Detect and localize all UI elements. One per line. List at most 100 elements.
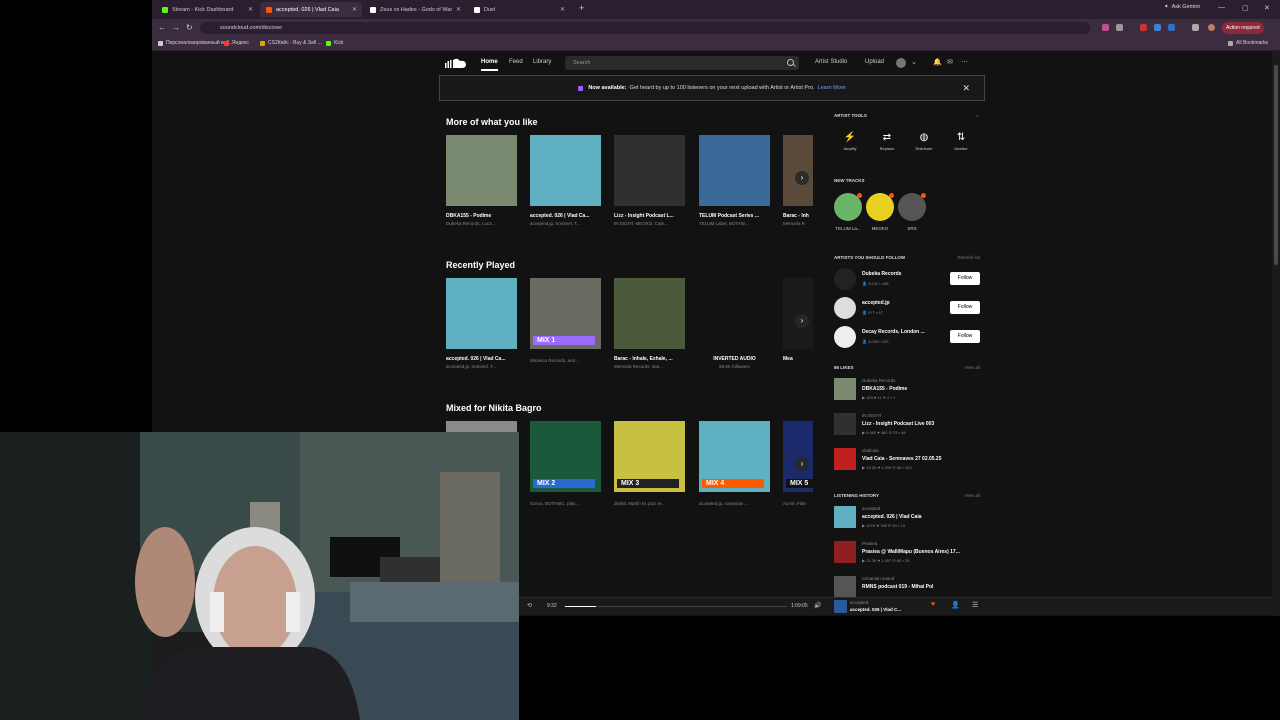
repeat-icon[interactable]: ⟲	[527, 602, 532, 609]
all-bookmarks[interactable]: All Bookmarks	[1228, 40, 1268, 46]
cover-artwork[interactable]: MIX 2	[530, 421, 601, 492]
new-track-item[interactable]: TELUM La...	[834, 193, 862, 231]
track-card[interactable]: MIX 2 Gorou, BOTANIC, play...	[530, 421, 601, 506]
card-subtitle[interactable]: IN:SIGHT, MEOKO, Cale...	[614, 221, 685, 226]
cover-artwork[interactable]	[783, 278, 813, 349]
track-card[interactable]: TELUM Podcast Series ... TELUM Label, BOT…	[699, 135, 770, 226]
card-subtitle[interactable]: accepted.jp, romanian ...	[699, 501, 770, 506]
track-user[interactable]: vladcaia	[862, 448, 879, 453]
cover-artwork[interactable]	[783, 135, 813, 206]
learn-more-link[interactable]: Learn More	[818, 85, 846, 91]
cover-artwork[interactable]	[530, 135, 601, 206]
new-track-avatar[interactable]	[866, 193, 894, 221]
soundcloud-logo-icon[interactable]	[445, 57, 467, 69]
follow-button[interactable]: Follow	[950, 272, 980, 285]
track-title[interactable]: DBKA155 - Podime	[862, 386, 907, 392]
card-title[interactable]: TELUM Podcast Series ...	[699, 213, 770, 219]
forward-icon[interactable]: →	[172, 23, 180, 32]
messages-icon[interactable]: ✉	[947, 58, 953, 66]
view-all-likes-link[interactable]: View all	[965, 365, 980, 370]
now-playing-title[interactable]: accepted. 026 | Vlad C...	[850, 607, 901, 612]
track-thumbnail[interactable]	[834, 378, 856, 400]
cover-artwork[interactable]: MIX 5	[783, 421, 813, 492]
minimize-icon[interactable]: —	[1218, 4, 1225, 11]
card-subtitle[interactable]: Memoria Records, stor...	[614, 364, 685, 369]
card-subtitle[interactable]: TELUM Label, BOTANI...	[699, 221, 770, 226]
close-icon[interactable]: ✕	[352, 6, 357, 13]
sidebar-track[interactable]: Prasiea Prasiea @ WalliMapu (Buenos Aires…	[834, 541, 982, 571]
card-title[interactable]: DBKA155 - Podime	[446, 213, 517, 219]
tab-soundcloud[interactable]: accepted. 026 | Vlad Caia ✕	[260, 2, 362, 17]
reload-icon[interactable]: ↻	[186, 23, 193, 32]
track-thumbnail[interactable]	[834, 576, 856, 598]
sidebar-track[interactable]: IN:SIGHT Lizz - Insight Podcast Live 003 ▶…	[834, 413, 982, 443]
track-thumbnail[interactable]	[834, 541, 856, 563]
track-user[interactable]: Dubeka Records	[862, 378, 896, 383]
user-avatar[interactable]	[896, 58, 906, 68]
track-thumbnail[interactable]	[834, 506, 856, 528]
like-heart-icon[interactable]: ♥	[931, 601, 935, 608]
artist-name[interactable]: Dubeka Records	[862, 271, 901, 277]
track-user[interactable]: accepted.	[862, 506, 882, 511]
tool-distribute[interactable]: ◍ Distribute	[908, 130, 940, 160]
view-all-history-link[interactable]: View all	[965, 493, 980, 498]
extension-icon[interactable]	[1168, 24, 1175, 31]
new-track-avatar[interactable]	[834, 193, 862, 221]
artist-studio-link[interactable]: Artist Studio	[815, 59, 847, 65]
artist-avatar[interactable]	[834, 326, 856, 348]
back-icon[interactable]: ←	[158, 23, 166, 32]
tab-duel[interactable]: Duel ✕	[468, 2, 570, 17]
chevron-down-icon[interactable]: ⌄	[911, 58, 917, 66]
volume-icon[interactable]: 🔊	[814, 602, 821, 609]
carousel-next-icon[interactable]: ›	[795, 457, 809, 471]
card-subtitle[interactable]: Gorou, BOTANIC, play...	[530, 501, 601, 506]
bookmark-star-icon[interactable]	[1116, 24, 1123, 31]
cover-artwork[interactable]: MIX 1	[530, 278, 601, 349]
card-subtitle[interactable]: accepted.jp, trommel, T...	[530, 221, 601, 226]
profile-avatar[interactable]	[1208, 24, 1215, 31]
card-subtitle[interactable]: Mironica Records, anit...	[530, 358, 601, 363]
track-thumbnail[interactable]	[834, 448, 856, 470]
nav-library[interactable]: Library	[533, 59, 551, 65]
card-title[interactable]: Mea	[783, 356, 813, 362]
cover-artwork[interactable]: MIX 4	[699, 421, 770, 492]
extension-icon[interactable]	[1154, 24, 1161, 31]
bookmark-item[interactable]: Яндекс	[224, 40, 249, 46]
card-subtitle[interactable]: accepted.jp, trommel, T...	[446, 364, 517, 369]
track-card[interactable]: Barac - Inhale, Exhale, ... Memoria Recor…	[614, 278, 685, 369]
cover-artwork[interactable]: MIX 3	[614, 421, 685, 492]
artist-name[interactable]: Decay Records, London ...	[862, 329, 925, 335]
artist-avatar[interactable]	[834, 268, 856, 290]
card-subtitle[interactable]: Acmé, Fide	[783, 501, 813, 506]
action-required-button[interactable]: Action required	[1222, 22, 1264, 34]
new-track-item[interactable]: SRS	[898, 193, 926, 231]
page-scrollbar[interactable]	[1272, 51, 1280, 616]
cover-artwork[interactable]	[614, 135, 685, 206]
track-card[interactable]: Lizz - Insight Podcast L... IN:SIGHT, MEO…	[614, 135, 685, 226]
card-title[interactable]: Barac - Inhale, Exhale, ...	[614, 356, 685, 362]
card-subtitle[interactable]: dimkit, Martin M, jazz re...	[614, 501, 685, 506]
refresh-list-link[interactable]: Refresh list	[957, 255, 980, 260]
notifications-icon[interactable]: 🔔	[933, 58, 942, 66]
new-track-item[interactable]: MEOKO	[866, 193, 894, 231]
carousel-next-icon[interactable]: ›	[795, 314, 809, 328]
tool-amplify[interactable]: ⚡ Amplify	[834, 130, 866, 160]
follow-button[interactable]: Follow	[950, 301, 980, 314]
tab-zeus[interactable]: Zeus vs Hades - Gods of War ✕	[364, 2, 466, 17]
sidebar-track[interactable]: Dubeka Records DBKA155 - Podime ▶ 183 ♥ 11…	[834, 378, 982, 408]
close-icon[interactable]: ✕	[560, 6, 565, 13]
upload-link[interactable]: Upload	[865, 59, 884, 65]
new-tab-button[interactable]: +	[579, 3, 584, 13]
now-playing-artwork[interactable]	[834, 600, 847, 613]
carousel-next-icon[interactable]: ›	[795, 171, 809, 185]
ask-gemini-button[interactable]: ✦ Ask Gemini	[1164, 4, 1200, 10]
track-title[interactable]: Vlad Caia - Semnaves 27 02.05.25	[862, 456, 942, 462]
track-card[interactable]: MIX 3 dimkit, Martin M, jazz re...	[614, 421, 685, 506]
url-field[interactable]: soundcloud.com/discover	[200, 22, 1090, 34]
tab-kick[interactable]: Stream - Kick Dashboard ✕	[156, 2, 258, 17]
extension-icon[interactable]	[1140, 24, 1147, 31]
track-title[interactable]: RMNS podcast 019 - Mihai Pol	[862, 584, 933, 590]
card-subtitle[interactable]: 59.6K followers	[699, 364, 770, 369]
tool-monitor[interactable]: ⇅ Monitor	[945, 130, 977, 160]
track-title[interactable]: accepted. 026 | Vlad Caia	[862, 514, 922, 520]
